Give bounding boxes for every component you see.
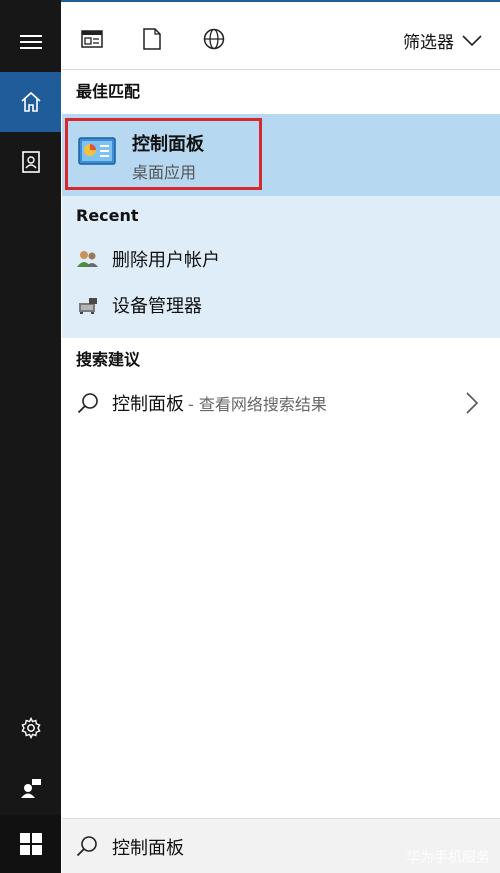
person-feedback-icon xyxy=(20,779,41,798)
recent-item-label: 设备管理器 xyxy=(112,296,202,317)
web-filter-button[interactable] xyxy=(200,25,228,53)
chevron-down-icon xyxy=(462,34,482,46)
search-results-panel: 筛选器 最佳匹配 控制面板 桌面应用 Recent 删除用户帐户 设备管理器 搜… xyxy=(62,2,500,873)
best-match-title: 控制面板 xyxy=(132,134,204,155)
apps-filter-button[interactable] xyxy=(78,25,106,53)
notebook-icon xyxy=(21,151,40,173)
toolbar: 筛选器 xyxy=(62,2,500,70)
watermark: 华为手机服务 xyxy=(406,850,490,866)
users-icon xyxy=(76,247,100,271)
home-button[interactable] xyxy=(0,72,61,132)
suggestions-heading: 搜索建议 xyxy=(76,350,141,369)
feedback-button[interactable] xyxy=(0,758,61,818)
documents-filter-button[interactable] xyxy=(138,25,166,53)
recent-item-remove-user[interactable]: 删除用户帐户 xyxy=(62,236,500,282)
best-match-item[interactable]: 控制面板 桌面应用 xyxy=(62,114,500,196)
settings-button[interactable] xyxy=(0,698,61,758)
suggestion-hint: - 查看网络搜索结果 xyxy=(188,395,327,414)
recent-item-device-manager[interactable]: 设备管理器 xyxy=(62,282,500,328)
chevron-right-icon[interactable] xyxy=(466,392,478,414)
start-button[interactable] xyxy=(0,815,61,873)
search-icon xyxy=(76,836,97,857)
recent-section: Recent 删除用户帐户 设备管理器 xyxy=(62,196,500,338)
suggestion-item[interactable]: 控制面板 - 查看网络搜索结果 xyxy=(62,380,500,426)
windows-logo-icon xyxy=(19,833,42,855)
filter-label: 筛选器 xyxy=(403,33,454,53)
search-input[interactable] xyxy=(112,833,372,861)
hamburger-menu-button[interactable] xyxy=(0,12,61,72)
apps-icon xyxy=(81,30,103,48)
hamburger-icon xyxy=(19,35,42,49)
document-icon xyxy=(143,28,161,50)
suggestion-label: 控制面板 xyxy=(112,394,184,415)
recent-heading: Recent xyxy=(76,206,139,225)
search-bar: 华为手机服务 xyxy=(62,818,500,873)
search-icon xyxy=(76,391,100,415)
best-match-heading: 最佳匹配 xyxy=(62,70,500,114)
best-match-subtitle: 桌面应用 xyxy=(132,163,197,182)
left-rail xyxy=(0,0,61,873)
recent-item-label: 删除用户帐户 xyxy=(112,250,220,271)
home-icon xyxy=(20,91,41,112)
control-panel-icon xyxy=(78,137,116,165)
device-manager-icon xyxy=(76,293,100,317)
documents-button[interactable] xyxy=(0,132,61,192)
gear-icon xyxy=(20,717,41,739)
filter-dropdown[interactable]: 筛选器 xyxy=(403,28,482,53)
globe-icon xyxy=(203,28,225,50)
